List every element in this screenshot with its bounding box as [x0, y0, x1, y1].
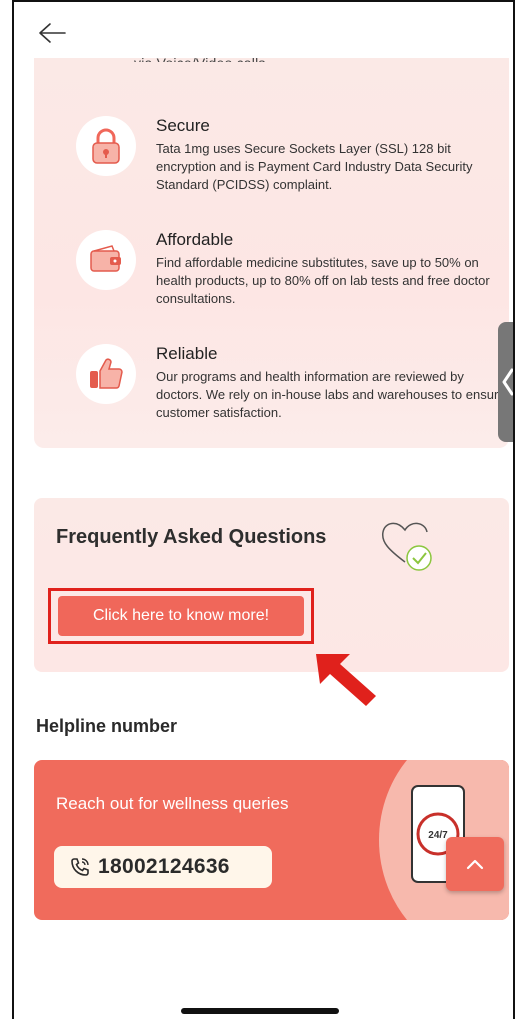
heart-check-icon	[381, 522, 432, 571]
feature-secure: Secure Tata 1mg uses Secure Sockets Laye…	[54, 116, 494, 206]
features-card: via Voice/Video calls. Secure Tata 1mg u…	[34, 55, 509, 448]
feature-title: Affordable	[156, 230, 234, 249]
phone-icon	[71, 858, 89, 876]
feature-description: Find affordable medicine substitutes, sa…	[156, 255, 490, 306]
annotation-arrow-icon	[316, 654, 376, 706]
feature-title: Reliable	[156, 344, 218, 363]
phone-call-button[interactable]: 18002124636	[54, 846, 272, 888]
feature-description: Tata 1mg uses Secure Sockets Layer (SSL)…	[156, 141, 473, 192]
feature-title: Secure	[156, 116, 210, 135]
wallet-icon	[76, 230, 136, 290]
helpline-tagline: Reach out for wellness queries	[56, 794, 289, 813]
side-drawer-tab[interactable]	[498, 322, 513, 442]
thumbs-up-icon	[76, 344, 136, 404]
phone-number: 18002124636	[98, 855, 230, 878]
lock-icon	[76, 116, 136, 176]
home-indicator[interactable]	[181, 1008, 339, 1014]
feature-reliable: Reliable Our programs and health informa…	[54, 344, 506, 434]
feature-affordable: Affordable Find affordable medicine subs…	[54, 230, 494, 320]
helpline-title: Helpline number	[36, 716, 178, 736]
app-frame: via Voice/Video calls. Secure Tata 1mg u…	[12, 0, 515, 1019]
faq-title: Frequently Asked Questions	[56, 526, 327, 548]
back-arrow-icon[interactable]	[38, 22, 66, 44]
chevron-left-icon	[502, 368, 513, 396]
feature-description: Our programs and health information are …	[156, 369, 506, 420]
top-bar	[14, 2, 513, 58]
chevron-up-icon	[466, 859, 484, 870]
helpline-card: Reach out for wellness queries 180021246…	[34, 760, 509, 920]
faq-know-more-button[interactable]: Click here to know more!	[58, 596, 304, 636]
scroll-to-top-button[interactable]	[446, 837, 504, 891]
faq-card: Frequently Asked Questions Click here to…	[34, 498, 509, 672]
badge-24-7: 24/7	[428, 830, 448, 841]
